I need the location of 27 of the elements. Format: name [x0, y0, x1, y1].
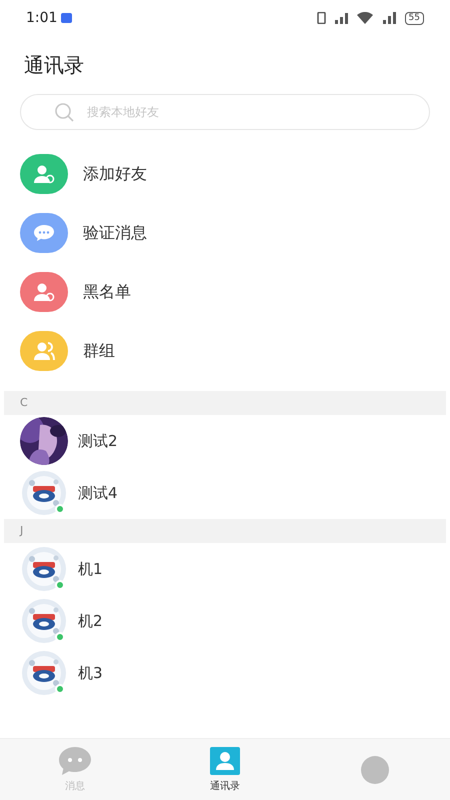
section-header: J: [4, 519, 446, 543]
search-field[interactable]: 搜索本地好友: [20, 94, 430, 130]
signal-icon: [334, 12, 350, 24]
contact-row[interactable]: 机3: [0, 647, 450, 699]
section-header: C: [4, 391, 446, 415]
contact-card-icon: [209, 746, 241, 776]
blocked-person-icon: [33, 282, 55, 302]
add-person-icon: [33, 164, 55, 184]
menu-item[interactable]: 群组: [0, 321, 450, 380]
menu-item[interactable]: 验证消息: [0, 203, 450, 262]
vibrate-icon: [316, 12, 327, 24]
status-time: 1:01: [26, 8, 58, 28]
search-icon: [54, 102, 74, 122]
notification-icon: [61, 13, 72, 23]
chat-bubble-icon: [58, 746, 92, 776]
contact-row[interactable]: 测试4: [0, 467, 450, 519]
menu-item[interactable]: 黑名单: [0, 262, 450, 321]
tab[interactable]: 通讯录: [150, 739, 300, 800]
contact-row[interactable]: 机1: [0, 543, 450, 595]
page-title: 通讯录: [23, 52, 85, 79]
contact-row[interactable]: 机2: [0, 595, 450, 647]
chat-bubble-icon: [33, 224, 55, 242]
battery-indicator: 55: [404, 12, 424, 24]
group-icon: [33, 340, 55, 360]
contact-row[interactable]: 测试2: [0, 415, 450, 467]
wifi-icon: [356, 12, 373, 24]
menu-item[interactable]: 添加好友: [0, 144, 450, 203]
